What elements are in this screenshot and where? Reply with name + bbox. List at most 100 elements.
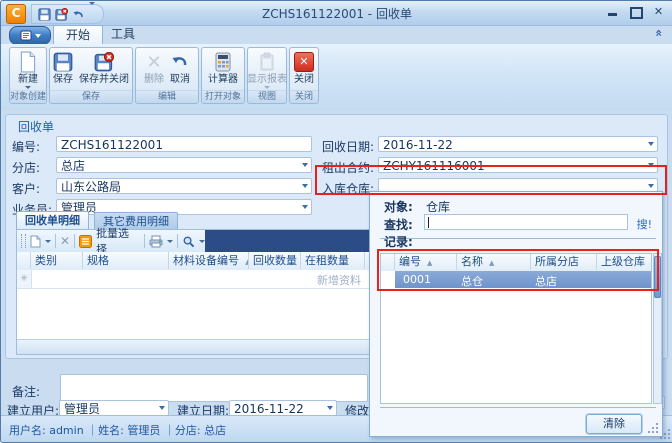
grid-new-dropdown-icon[interactable] xyxy=(45,240,51,243)
print-dropdown-icon[interactable] xyxy=(167,240,173,243)
row-selector-header xyxy=(381,254,395,270)
status-text: 用户名: admin ｜姓名: 管理员 ｜分店: 总店 xyxy=(9,422,226,438)
save-button[interactable]: 保存 xyxy=(51,50,75,86)
lookup-column-parent-warehouse[interactable]: 上级仓库 xyxy=(597,254,651,270)
ribbon-group-create: 新建 对象创建 xyxy=(9,47,47,104)
branch-combobox[interactable]: 总店 xyxy=(56,157,312,173)
lookup-records-table: 编号▲ 名称▲ 所属分店 上级仓库 0001 总仓 总店 xyxy=(380,253,652,404)
search-label: 查找: xyxy=(384,216,413,233)
branch-label: 分店: xyxy=(12,159,40,176)
minimize-button[interactable] xyxy=(606,6,619,18)
save-icon xyxy=(53,51,73,73)
close-button[interactable]: ✕ xyxy=(652,6,665,18)
object-label: 对象: xyxy=(384,198,413,215)
remark-textarea[interactable] xyxy=(60,374,368,402)
sort-asc-icon: ▲ xyxy=(489,259,494,267)
new-button[interactable]: 新建 xyxy=(16,50,40,90)
save-close-icon xyxy=(94,51,114,73)
clear-button[interactable]: 清除 xyxy=(586,414,642,434)
tab-recovery-detail[interactable]: 回收单明细 xyxy=(16,211,89,229)
delete-x-icon: ✕ xyxy=(146,51,161,73)
column-header-on-rent-qty[interactable]: 在租数量 xyxy=(301,252,365,269)
lookup-scrollbar[interactable] xyxy=(653,253,662,404)
warehouse-label: 入库仓库: xyxy=(320,180,374,197)
search-icon[interactable] xyxy=(182,235,195,248)
window-title: ZCHS161122001 - 回收单 xyxy=(1,5,672,22)
chevron-down-icon[interactable] xyxy=(159,406,165,410)
column-header-spec[interactable]: 规格 xyxy=(83,252,169,269)
title-bar[interactable]: C ZCHS161122001 - 回收单 ✕ xyxy=(1,1,672,26)
recycle-date-label: 回收日期: xyxy=(320,138,374,155)
customer-combobox[interactable]: 山东公路局 xyxy=(56,178,312,194)
groupbox-title: 回收单 xyxy=(18,118,54,135)
maximize-button[interactable] xyxy=(629,6,642,18)
ribbon-tab-tools[interactable]: 工具 xyxy=(99,25,147,43)
ribbon-tab-start[interactable]: 开始 xyxy=(53,25,103,44)
delete-button[interactable]: ✕ 删除 xyxy=(142,50,166,86)
remark-label: 备注: xyxy=(12,383,40,400)
ribbon-group-view: 显示报表 视图 xyxy=(247,47,287,104)
show-report-button[interactable]: 显示报表 xyxy=(245,50,289,90)
toolbar-drag-handle[interactable] xyxy=(21,234,26,248)
object-value: 仓库 xyxy=(426,198,450,215)
chevron-down-icon[interactable] xyxy=(648,184,654,188)
records-label: 记录: xyxy=(384,233,413,250)
customer-label: 客户: xyxy=(12,180,40,197)
lookup-column-code[interactable]: 编号▲ xyxy=(395,254,457,270)
undo-arrow-icon xyxy=(170,51,190,73)
clipboard-report-icon xyxy=(258,51,276,73)
ribbon-collapse-icon[interactable]: « xyxy=(652,29,666,37)
recycle-date-combobox[interactable]: 2016-11-22 xyxy=(378,136,658,152)
grid-new-row-icon[interactable] xyxy=(30,235,41,248)
lookup-selected-row[interactable]: 0001 总仓 总店 xyxy=(395,271,651,288)
chevron-down-icon[interactable] xyxy=(648,142,654,146)
batch-select-icon[interactable] xyxy=(79,235,92,248)
column-header-recycle-qty[interactable]: 回收数量 xyxy=(249,252,301,269)
calculator-icon xyxy=(213,51,233,73)
scrollbar-thumb[interactable] xyxy=(654,256,661,298)
lookup-column-name[interactable]: 名称▲ xyxy=(457,254,531,270)
lookup-search-input[interactable] xyxy=(424,214,628,230)
sort-asc-icon: ▲ xyxy=(427,259,432,267)
warehouse-lookup-panel: 对象: 仓库 查找: 搜! 记录: 编号▲ 名称▲ 所属分店 上级仓库 0001… xyxy=(369,191,663,437)
ribbon-tab-row: 开始 工具 « xyxy=(1,25,672,44)
divider xyxy=(380,407,656,408)
print-icon[interactable] xyxy=(149,235,163,248)
save-and-close-button[interactable]: 保存并关闭 xyxy=(77,50,131,86)
ribbon: 新建 对象创建 保存 保存并关闭 xyxy=(1,44,672,111)
row-selector-cell[interactable] xyxy=(381,271,396,288)
row-selector-header xyxy=(17,252,31,269)
rent-contract-label: 租出合约: xyxy=(320,159,374,176)
ribbon-group-save: 保存 保存并关闭 保存 xyxy=(49,47,133,104)
ribbon-group-open-object: 计算器 打开对象 xyxy=(201,47,245,104)
app-window: C ZCHS161122001 - 回收单 ✕ 开始 工具 « xyxy=(0,0,672,443)
number-input[interactable]: ZCHS161122001 xyxy=(56,136,312,152)
new-document-icon xyxy=(18,51,38,73)
text-cursor xyxy=(428,217,429,228)
create-date-combobox[interactable]: 2016-11-22 xyxy=(229,400,337,416)
search-dropdown-icon[interactable] xyxy=(199,240,205,243)
chevron-down-icon[interactable] xyxy=(648,163,654,167)
close-form-button[interactable]: ✕ 关闭 xyxy=(292,50,316,86)
grid-delete-icon[interactable]: ✕ xyxy=(60,234,70,248)
create-user-combobox[interactable]: 管理员 xyxy=(59,400,169,416)
rent-contract-combobox[interactable]: ZCHY161116001 xyxy=(378,157,658,173)
app-menu-button[interactable] xyxy=(9,26,51,45)
calculator-button[interactable]: 计算器 xyxy=(206,50,240,86)
new-row-hint: 新增资料 xyxy=(303,272,365,288)
chevron-down-icon[interactable] xyxy=(327,406,333,410)
new-row-marker-icon: ✳ xyxy=(17,270,32,288)
red-close-icon: ✕ xyxy=(294,52,314,72)
panel-resize-grip[interactable] xyxy=(646,421,658,433)
number-label: 编号: xyxy=(12,138,40,155)
chevron-down-icon[interactable] xyxy=(302,205,308,209)
cancel-button[interactable]: 取消 xyxy=(168,50,192,86)
chevron-down-icon[interactable] xyxy=(302,163,308,167)
column-header-category[interactable]: 类别 xyxy=(31,252,83,269)
chevron-down-icon[interactable] xyxy=(302,184,308,188)
column-header-equipment-no[interactable]: 材料设备编号▲ xyxy=(169,252,249,269)
divider xyxy=(380,238,656,239)
app-menu-icon xyxy=(20,30,32,41)
lookup-search-button[interactable]: 搜! xyxy=(637,216,652,232)
lookup-column-branch[interactable]: 所属分店 xyxy=(531,254,597,270)
